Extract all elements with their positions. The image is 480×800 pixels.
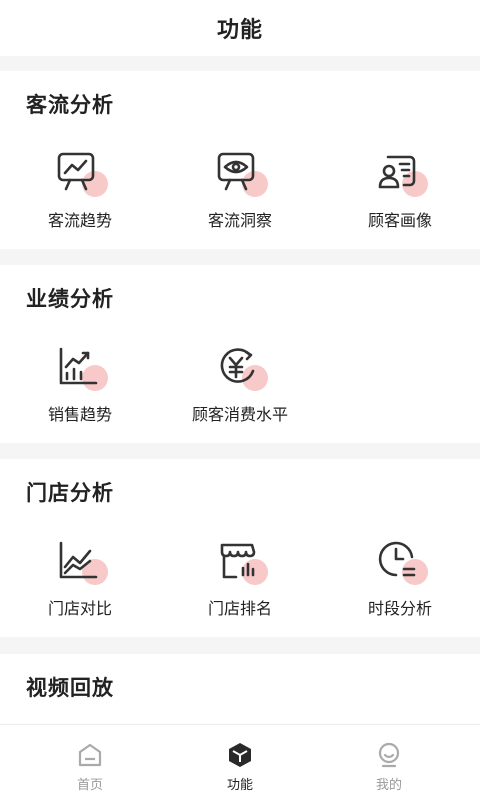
tab-label: 我的 <box>375 778 402 793</box>
area-chart-icon <box>59 541 98 579</box>
presentation-eye-icon <box>217 152 255 191</box>
home-icon <box>78 743 102 767</box>
presentation-trend-icon <box>57 152 95 191</box>
feature-store-compare[interactable]: 门店对比 <box>0 531 160 641</box>
feature-label: 顾客画像 <box>367 211 432 230</box>
bottom-tab-bar: 首页 功能 我的 <box>0 724 480 800</box>
section-title: 门店分析 <box>26 481 114 505</box>
feature-label: 销售趋势 <box>47 405 112 424</box>
store-rank-icon <box>220 543 256 579</box>
feature-traffic-trend[interactable]: 客流趋势 <box>0 143 160 253</box>
tab-home[interactable]: 首页 <box>10 725 170 800</box>
feature-label: 客流洞察 <box>207 211 272 230</box>
tab-label: 功能 <box>226 778 253 793</box>
section-store-analysis: 门店分析 门店对比 门店排名 时段分析 <box>0 459 480 637</box>
user-icon <box>378 742 400 768</box>
tab-label: 首页 <box>76 778 103 793</box>
feature-label: 门店对比 <box>47 599 112 618</box>
page-title: 功能 <box>216 18 263 43</box>
cube-icon <box>229 743 251 767</box>
user-profile-icon <box>378 155 416 189</box>
app-root: 功能 客流分析 客流趋势 客流洞察 顾客画像 业绩分析 销售趋势 顾客消费水平 … <box>0 0 480 800</box>
section-video-playback: 视频回放 <box>0 654 480 734</box>
feature-label: 门店排名 <box>207 599 272 618</box>
feature-label: 时段分析 <box>367 599 432 618</box>
yen-circle-icon <box>220 348 255 383</box>
tab-functions[interactable]: 功能 <box>160 725 320 800</box>
feature-traffic-insight[interactable]: 客流洞察 <box>160 143 320 253</box>
feature-store-ranking[interactable]: 门店排名 <box>160 531 320 641</box>
section-title: 客流分析 <box>26 93 114 117</box>
section-title: 视频回放 <box>26 676 114 700</box>
feature-customer-profile[interactable]: 顾客画像 <box>320 143 480 253</box>
header: 功能 <box>0 0 480 56</box>
feature-consumption-level[interactable]: 顾客消费水平 <box>160 337 320 447</box>
feature-label: 客流趋势 <box>47 211 112 230</box>
feature-sales-trend[interactable]: 销售趋势 <box>0 337 160 447</box>
section-traffic-analysis: 客流分析 客流趋势 客流洞察 顾客画像 <box>0 71 480 249</box>
section-performance-analysis: 业绩分析 销售趋势 顾客消费水平 <box>0 265 480 443</box>
feature-time-period[interactable]: 时段分析 <box>320 531 480 641</box>
tab-mine[interactable]: 我的 <box>309 725 469 800</box>
feature-label: 顾客消费水平 <box>191 405 288 424</box>
bar-chart-up-icon <box>59 347 98 385</box>
section-title: 业绩分析 <box>26 287 114 311</box>
clock-list-icon <box>378 541 416 577</box>
